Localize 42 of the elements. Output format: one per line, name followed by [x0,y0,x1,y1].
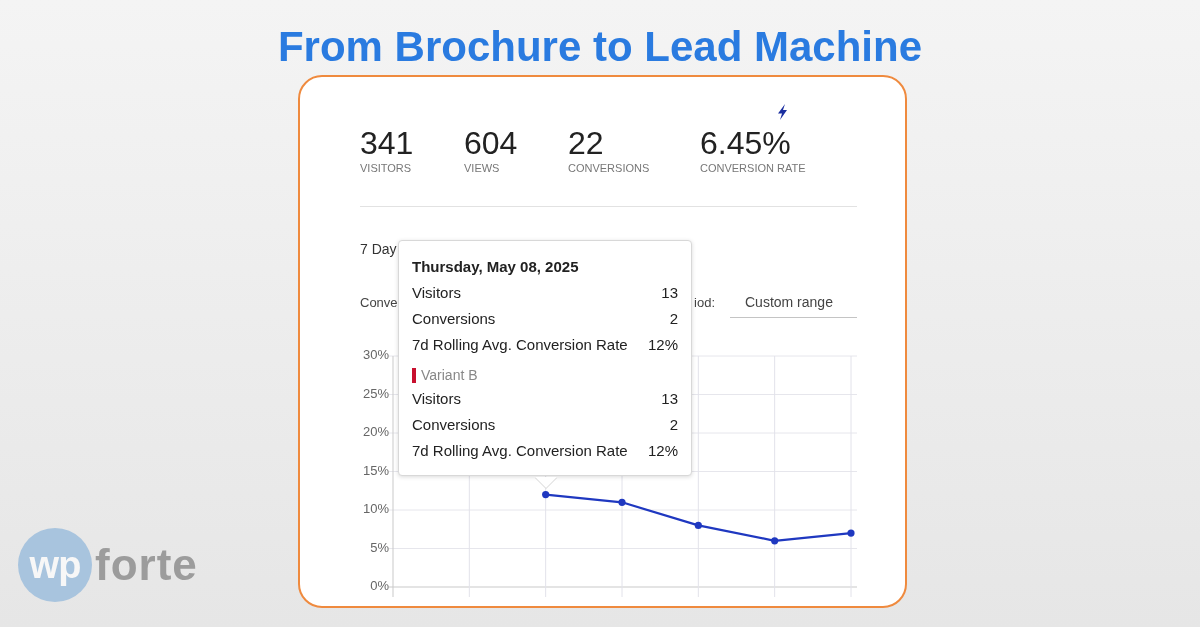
tooltip-label: Conversions [412,309,496,329]
tooltip-label: Visitors [412,283,461,303]
tooltip-value: 12% [647,441,678,461]
section-title: 7 Day [360,240,397,259]
axis-label: 15% [362,462,389,478]
logo-mark: wp [18,528,92,602]
axis-label: 5% [370,539,389,555]
stat-label: CONVERSION RATE [700,161,806,175]
data-point [542,491,550,499]
data-point [618,498,626,506]
axis-label: 25% [362,385,389,401]
stat-label: VIEWS [464,161,500,175]
data-point [771,537,779,545]
headline: From Brochure to Lead Machine [277,22,923,72]
axis-label: 10% [362,501,389,517]
period-label: iod: [694,295,715,310]
stat-value: 6.45% [700,127,791,159]
tooltip-value: 13 [661,283,678,303]
stat-value: 22 [568,127,604,159]
axis-label: 0% [370,578,389,594]
chart-label: Conve [360,295,398,310]
tooltip-title: Thursday, May 08, 2025 [412,257,580,277]
tooltip-value: 12% [647,335,678,355]
axis-label: 20% [362,424,389,440]
tooltip-value: 2 [669,309,678,329]
logo-wordmark: forte [95,540,198,590]
stat-label: CONVERSIONS [568,161,650,175]
data-point [847,529,855,537]
series-name: Variant B [421,366,478,385]
date-range-field[interactable]: Custom range [730,287,857,318]
stat-value: 341 [360,127,414,159]
tooltip-label: Conversions [412,415,496,435]
tooltip-label: Visitors [412,389,461,409]
stat-label: VISITORS [360,161,412,175]
tooltip-value: 13 [661,389,678,409]
stat-value: 604 [464,127,518,159]
tooltip-value: 2 [669,415,678,435]
tooltip-label: 7d Rolling Avg. Conversion Rate [412,441,628,461]
data-point [694,521,702,529]
lightning-icon [777,104,788,120]
axis-label: 30% [362,347,389,363]
tooltip-label: 7d Rolling Avg. Conversion Rate [412,335,628,355]
